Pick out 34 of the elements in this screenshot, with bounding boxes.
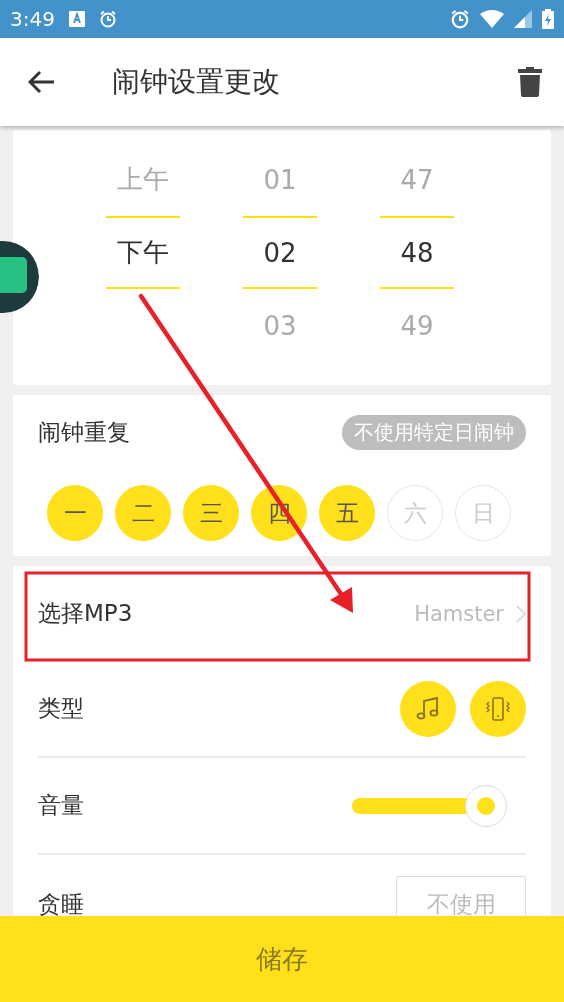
status-time: 3:49	[10, 7, 55, 31]
picker-value[interactable]: 下午	[106, 216, 180, 289]
screen-title: 闹钟设置更改	[112, 64, 280, 100]
picker-value[interactable]: 49	[380, 289, 454, 362]
weekday-button[interactable]: 五	[319, 485, 375, 541]
repeat-label: 闹钟重复	[38, 418, 130, 447]
save-button[interactable]: 储存	[0, 916, 564, 1002]
setting-label: 类型	[38, 694, 84, 723]
back-button[interactable]	[28, 70, 56, 94]
alarm-icon	[450, 9, 470, 29]
snooze-field[interactable]: 不使用	[396, 876, 526, 916]
signal-icon	[514, 10, 532, 28]
picker-value[interactable]: 47	[380, 143, 454, 216]
picker-value[interactable]: 48	[380, 216, 454, 289]
specific-day-toggle[interactable]: 不使用特定日闹钟	[342, 415, 526, 450]
chevron-icon	[516, 604, 526, 623]
setting-label: 贪睡	[38, 890, 84, 916]
setting-label: 音量	[38, 791, 84, 820]
phone-vibrate-icon	[484, 695, 512, 722]
weekday-button[interactable]: 二	[115, 485, 171, 541]
picker-value[interactable]: 02	[243, 216, 317, 289]
weekday-button[interactable]: 一	[47, 485, 103, 541]
picker-value[interactable]: 03	[243, 289, 317, 362]
delete-button[interactable]	[518, 67, 542, 97]
picker-value[interactable]: 上午	[106, 143, 180, 216]
keyboard-icon	[68, 11, 85, 27]
setting-label: 选择MP3	[38, 599, 133, 628]
battery-icon	[542, 9, 554, 29]
ringtone-value[interactable]: Hamster	[414, 601, 504, 626]
music-note-icon	[415, 695, 441, 722]
alarm-icon	[98, 10, 117, 28]
wifi-icon	[480, 10, 504, 28]
picker-value[interactable]: 01	[243, 143, 317, 216]
weekday-button[interactable]: 三	[183, 485, 239, 541]
